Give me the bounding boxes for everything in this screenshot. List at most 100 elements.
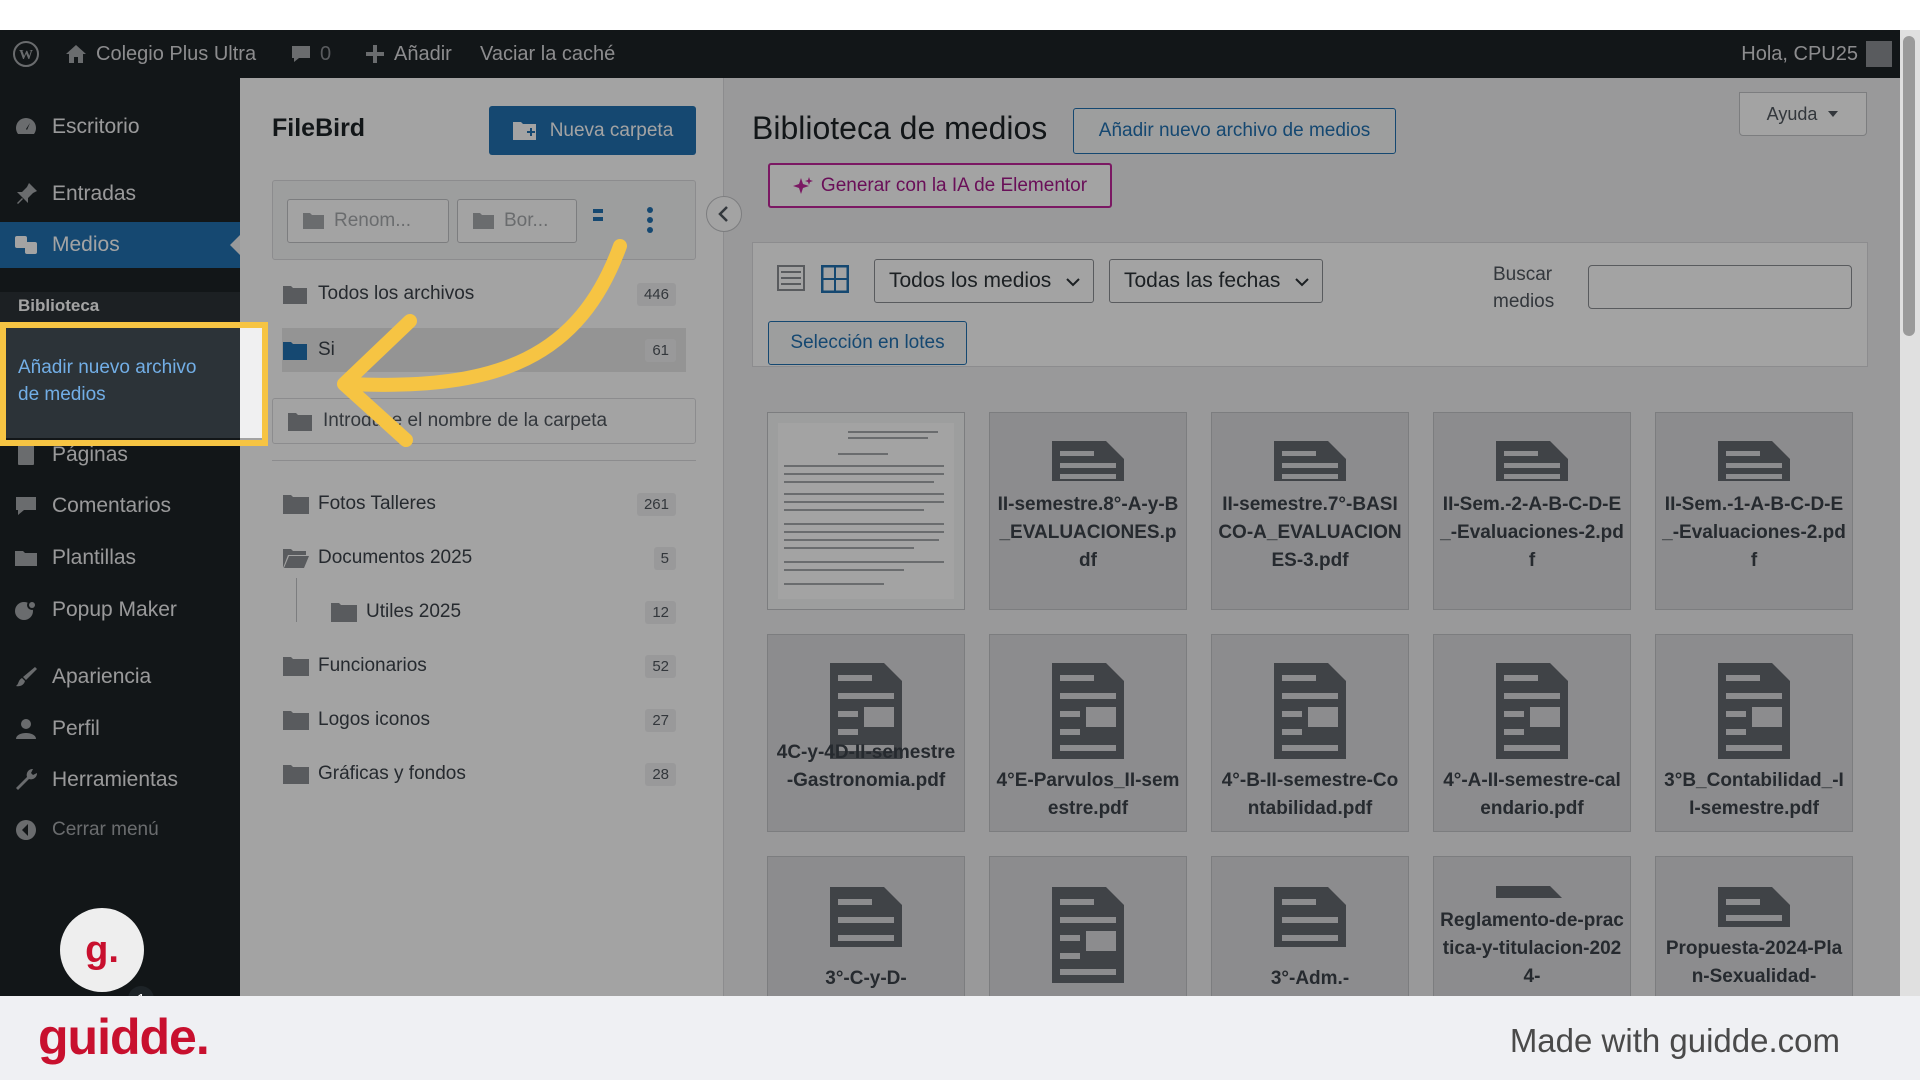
clear-cache-link[interactable]: Vaciar la caché bbox=[480, 30, 615, 78]
site-name-link[interactable]: Colegio Plus Ultra bbox=[64, 30, 256, 78]
popup-maker-icon bbox=[0, 597, 52, 623]
list-view-icon[interactable] bbox=[777, 265, 805, 296]
media-tile[interactable] bbox=[989, 856, 1187, 996]
folder-item[interactable]: Gráficas y fondos 28 bbox=[282, 752, 686, 796]
document-icon bbox=[1274, 887, 1346, 952]
folder-item[interactable]: Documentos 2025 5 bbox=[282, 536, 686, 580]
media-tile[interactable]: II-Sem.-1-A-B-C-D-E_-Evaluaciones-2.pdf bbox=[1655, 412, 1853, 610]
plus-icon bbox=[366, 45, 384, 63]
folder-icon bbox=[0, 545, 52, 571]
sidebar-item-perfil[interactable]: Perfil bbox=[0, 706, 240, 752]
file-name: 3°B_Contabilidad_-II-semestre.pdf bbox=[1664, 770, 1844, 819]
folder-item[interactable]: Funcionarios 52 bbox=[282, 644, 686, 688]
grid-view-icon[interactable] bbox=[820, 264, 850, 298]
add-new-media-button[interactable]: Añadir nuevo archivo de medios bbox=[1073, 108, 1396, 154]
folder-count: 12 bbox=[645, 600, 676, 624]
search-media-input[interactable] bbox=[1588, 265, 1852, 309]
sidebar-item-label: Apariencia bbox=[52, 665, 152, 688]
page-scrollbar[interactable] bbox=[1900, 30, 1920, 996]
add-new-link[interactable]: Añadir bbox=[364, 30, 452, 78]
document-preview bbox=[778, 423, 954, 599]
folder-item[interactable]: Utiles 2025 12 bbox=[330, 590, 686, 634]
bulk-select-button[interactable]: Selección en lotes bbox=[768, 321, 967, 365]
folder-count: 27 bbox=[645, 708, 676, 732]
preview-line bbox=[784, 465, 944, 467]
user-icon bbox=[0, 716, 52, 742]
media-tile[interactable]: 4°-B-II-semestre-Contabilidad.pdf bbox=[1211, 634, 1409, 832]
greeting: Hola, CPU25 bbox=[1741, 42, 1858, 65]
media-tile[interactable]: Reglamento-de-practica-y-titulacion-2024… bbox=[1433, 856, 1631, 996]
guidde-avatar[interactable]: g. bbox=[60, 908, 144, 992]
media-tile[interactable]: Propuesta-2024-Plan-Sexualidad- bbox=[1655, 856, 1853, 996]
media-tile[interactable]: II-Sem.-2-A-B-C-D-E_-Evaluaciones-2.pdf bbox=[1433, 412, 1631, 610]
tree-line bbox=[296, 578, 297, 622]
media-tile[interactable]: II-semestre.7°-BASICO-A_EVALUACIONES-3.p… bbox=[1211, 412, 1409, 610]
chevron-down-icon bbox=[1066, 278, 1080, 287]
sidebar-item-entradas[interactable]: Entradas bbox=[0, 171, 240, 217]
help-button[interactable]: Ayuda bbox=[1739, 92, 1867, 136]
scrollbar-thumb[interactable] bbox=[1903, 36, 1915, 336]
media-tile[interactable]: 3°B_Contabilidad_-II-semestre.pdf bbox=[1655, 634, 1853, 832]
folder-search-icon bbox=[288, 413, 312, 431]
sidebar-item-label: Cerrar menú bbox=[52, 819, 159, 840]
media-library-main: Biblioteca de medios Añadir nuevo archiv… bbox=[724, 78, 1920, 996]
sparkle-icon bbox=[792, 176, 813, 194]
folder-icon bbox=[282, 655, 318, 677]
folder-label: Utiles 2025 bbox=[366, 601, 462, 622]
more-options-icon[interactable] bbox=[645, 205, 655, 240]
elementor-ai-button[interactable]: Generar con la IA de Elementor bbox=[768, 163, 1112, 208]
chevron-left-icon bbox=[718, 206, 728, 222]
sidebar-item-escritorio[interactable]: Escritorio bbox=[0, 104, 240, 150]
wordpress-logo-icon[interactable]: W bbox=[12, 30, 40, 78]
date-filter[interactable]: Todas las fechas bbox=[1109, 259, 1323, 303]
media-tile[interactable]: 3°-C-y-D- bbox=[767, 856, 965, 996]
media-thumbnail[interactable] bbox=[767, 412, 965, 610]
preview-line bbox=[784, 569, 904, 571]
sidebar-item-comentarios[interactable]: Comentarios bbox=[0, 483, 240, 529]
media-icon bbox=[0, 232, 52, 258]
caret-down-icon bbox=[1828, 111, 1839, 117]
preview-line bbox=[838, 453, 888, 455]
home-icon bbox=[66, 45, 86, 63]
preview-line bbox=[784, 501, 944, 503]
document-icon bbox=[1052, 441, 1124, 486]
sidebar-item-apariencia[interactable]: Apariencia bbox=[0, 654, 240, 700]
collapse-circle-icon bbox=[0, 817, 52, 843]
home-folder-icon bbox=[282, 283, 318, 305]
sidebar-item-herramientas[interactable]: Herramientas bbox=[0, 757, 240, 803]
media-tile[interactable]: II-semestre.8°-A-y-B_EVALUACIONES.pdf bbox=[989, 412, 1187, 610]
comments-link[interactable]: 0 bbox=[290, 30, 331, 78]
folder-open-icon bbox=[282, 547, 318, 569]
annotation-arrow-icon bbox=[337, 239, 627, 447]
folder-item[interactable]: Fotos Talleres 261 bbox=[282, 482, 686, 526]
document-icon bbox=[1718, 887, 1790, 932]
folder-plus-icon bbox=[512, 121, 536, 140]
clear-cache-label: Vaciar la caché bbox=[480, 42, 616, 65]
media-type-filter[interactable]: Todos los medios bbox=[874, 259, 1094, 303]
folder-item[interactable]: Logos iconos 27 bbox=[282, 698, 686, 742]
user-avatar-icon bbox=[1866, 41, 1892, 67]
file-name: 4C-y-4D-II-semestre-Gastronomia.pdf bbox=[776, 742, 956, 791]
submenu-library[interactable]: Biblioteca bbox=[18, 296, 99, 316]
sidebar-item-popup-maker[interactable]: Popup Maker bbox=[0, 587, 240, 633]
admin-sidebar: Escritorio Entradas Medios Biblioteca Añ… bbox=[0, 78, 240, 996]
media-tile[interactable]: 4C-y-4D-II-semestre-Gastronomia.pdf bbox=[767, 634, 965, 832]
sidebar-item-plantillas[interactable]: Plantillas bbox=[0, 535, 240, 581]
account-menu[interactable]: Hola, CPU25 bbox=[1741, 30, 1892, 78]
document-icon bbox=[1274, 663, 1346, 764]
document-icon bbox=[1274, 441, 1346, 486]
sidebar-collapse-menu[interactable]: Cerrar menú bbox=[0, 807, 240, 853]
media-tile[interactable]: 4°-A-II-semestre-calendario.pdf bbox=[1433, 634, 1631, 832]
document-icon bbox=[1718, 441, 1790, 486]
preview-line bbox=[784, 531, 944, 533]
pin-icon bbox=[0, 181, 52, 207]
new-folder-button[interactable]: Nueva carpeta bbox=[489, 106, 696, 155]
ai-button-label: Generar con la IA de Elementor bbox=[820, 174, 1088, 196]
comments-count: 0 bbox=[320, 42, 332, 65]
media-tile[interactable]: 3°-Adm.- bbox=[1211, 856, 1409, 996]
sidebar-item-medios[interactable]: Medios bbox=[0, 222, 240, 268]
collapse-panel-button[interactable] bbox=[706, 196, 742, 232]
media-tile[interactable]: 4°E-Parvulos_II-semestre.pdf bbox=[989, 634, 1187, 832]
sidebar-item-label: Popup Maker bbox=[52, 598, 177, 621]
sidebar-item-label: Perfil bbox=[52, 717, 100, 740]
